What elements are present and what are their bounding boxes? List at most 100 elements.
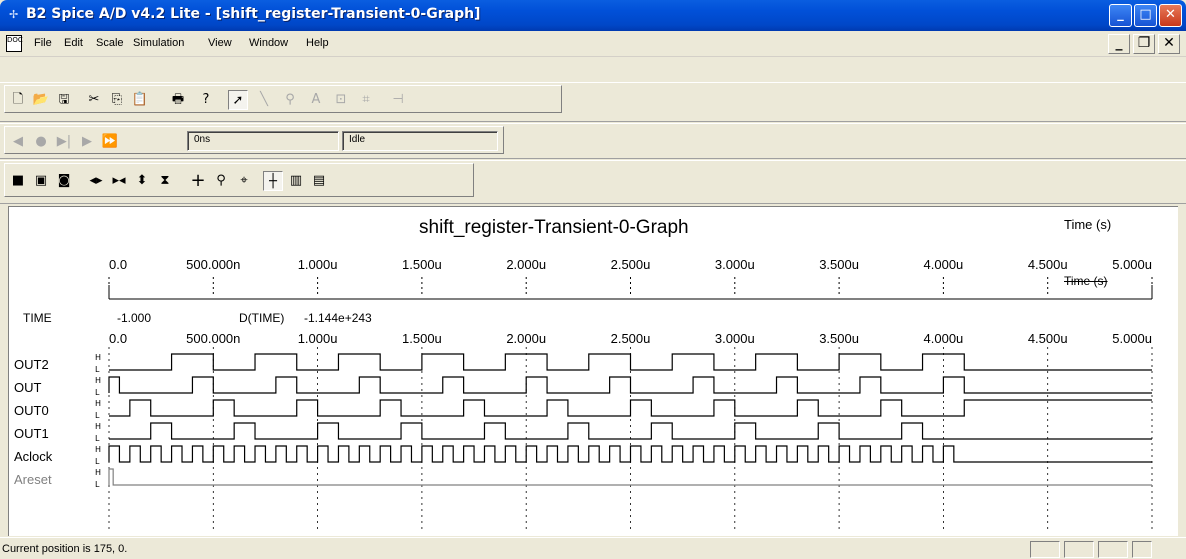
mdi-minimize-button[interactable]: _	[1108, 34, 1130, 54]
standard-toolbar: 🗋 📂 🖫 ✂ ⎘ 📋 🖶 ? ➚ ╲ ⚲ A ⊡ ⌗ ⊣	[0, 82, 1186, 122]
minimize-button[interactable]: _	[1109, 4, 1132, 27]
text-icon[interactable]: A	[306, 90, 326, 110]
x-tick-label-top: 2.000u	[506, 257, 546, 272]
document-icon[interactable]: DOC	[6, 35, 23, 52]
x-tick-label-bottom: 5.000u	[1112, 331, 1152, 346]
new-file-icon[interactable]: 🗋	[8, 90, 28, 110]
maximize-button[interactable]: □	[1134, 4, 1157, 27]
fit-vertical-icon[interactable]: ▣	[31, 171, 51, 191]
graph-panel[interactable]: shift_register-Transient-0-Graph Time (s…	[8, 206, 1178, 536]
x-tick-label-top: 2.500u	[611, 257, 651, 272]
sim-status-field: Idle	[342, 131, 498, 151]
copy-icon[interactable]: ⎘	[107, 90, 127, 110]
open-folder-icon[interactable]: 📂	[31, 90, 51, 110]
level-high-label: H	[95, 445, 101, 454]
time-field: 0ns	[187, 131, 339, 151]
help-icon[interactable]: ?	[196, 90, 216, 110]
level-low-label: L	[95, 411, 100, 420]
trace-out2	[109, 353, 1152, 371]
zoom-icon[interactable]: ⚲	[211, 171, 231, 191]
x-tick-label-bottom: 1.500u	[402, 331, 442, 346]
play-icon[interactable]: ▶	[77, 132, 97, 152]
cursor-line-icon[interactable]: ┼	[263, 171, 283, 191]
x-tick-label-bottom: 4.000u	[924, 331, 964, 346]
fit-horizontal-icon[interactable]: ◙	[54, 171, 74, 191]
menu-window[interactable]: Window	[249, 37, 288, 49]
fast-forward-icon[interactable]: ⏩	[100, 132, 120, 152]
trace-aclock	[108, 445, 1152, 463]
wire-icon[interactable]: ╲	[254, 90, 274, 110]
title-bar[interactable]: ✢ B2 Spice A/D v4.2 Lite - [shift_regist…	[0, 0, 1186, 31]
status-text: Current position is 175, 0.	[2, 543, 128, 555]
x-tick-label-bottom: 0.0	[109, 331, 127, 346]
expand-horizontal-icon[interactable]: ◂▸	[86, 171, 106, 191]
fit-all-icon[interactable]: ■	[8, 171, 28, 191]
x-tick-label-top: 3.500u	[819, 257, 859, 272]
status-panel	[1064, 541, 1094, 558]
component-icon[interactable]: ⊡	[331, 90, 351, 110]
menu-view[interactable]: View	[208, 37, 232, 49]
status-panel	[1030, 541, 1060, 558]
menu-help[interactable]: Help	[306, 37, 329, 49]
mdi-restore-button[interactable]: ❐	[1133, 34, 1155, 54]
x-tick-label-top: 5.000u	[1112, 257, 1152, 272]
x-tick-label-bottom: 3.000u	[715, 331, 755, 346]
trace-label: Aclock	[14, 449, 53, 464]
status-bar: Current position is 175, 0.	[0, 537, 1186, 559]
expand-vertical-icon[interactable]: ⬍	[132, 171, 152, 191]
cut-icon[interactable]: ✂	[84, 90, 104, 110]
level-low-label: L	[95, 365, 100, 374]
waveform-plot[interactable]: 0.0 0.0 500.000n 500.000n 1.000u 1.000u 1.500u…	[9, 207, 1179, 537]
trace-label: OUT2	[14, 357, 49, 372]
mdi-close-button[interactable]: ✕	[1158, 34, 1180, 54]
menu-edit[interactable]: Edit	[64, 37, 83, 49]
x-tick-label-top: 4.000u	[924, 257, 964, 272]
close-button[interactable]: ✕	[1159, 4, 1182, 27]
probe-icon[interactable]: ⚲	[280, 90, 300, 110]
simulation-toolbar: ◀ ● ▶| ▶ ⏩ 0ns Idle	[0, 123, 1186, 159]
trace-areset	[108, 468, 1152, 486]
trace-label: Areset	[14, 472, 52, 487]
menu-simulation[interactable]: Simulation	[133, 37, 184, 49]
level-low-label: L	[95, 434, 100, 443]
status-panel	[1132, 541, 1152, 558]
paste-icon[interactable]: 📋	[130, 90, 150, 110]
step-back-icon[interactable]: ◀	[8, 132, 28, 152]
save-icon[interactable]: 🖫	[54, 90, 74, 110]
shrink-vertical-icon[interactable]: ⧗	[155, 171, 175, 191]
app-icon: ✢	[9, 8, 19, 21]
x-tick-label-top: 1.000u	[298, 257, 338, 272]
x-tick-label-bottom: 4.500u	[1028, 331, 1068, 346]
shrink-horizontal-icon[interactable]: ▸◂	[109, 171, 129, 191]
graph-toolbar: ■ ▣ ◙ ◂▸ ▸◂ ⬍ ⧗ + ⚲ ⌖ ┼ ▥ ▤	[0, 160, 1186, 204]
pin-icon[interactable]: ⊣	[388, 90, 408, 110]
cursor-cross-icon[interactable]: +	[188, 171, 208, 191]
record-icon[interactable]: ●	[31, 132, 51, 152]
level-high-label: H	[95, 376, 101, 385]
trace-out	[108, 376, 1152, 394]
menu-scale[interactable]: Scale	[96, 37, 124, 49]
step-forward-icon[interactable]: ▶|	[54, 132, 74, 152]
trace-label: OUT0	[14, 403, 49, 418]
trace-label: OUT1	[14, 426, 49, 441]
measure-icon[interactable]: ⌖	[234, 171, 254, 191]
level-high-label: H	[95, 468, 101, 477]
x-tick-label-bottom: 3.500u	[819, 331, 859, 346]
print-icon[interactable]: 🖶	[168, 90, 188, 110]
x-tick-label-bottom: 2.000u	[506, 331, 546, 346]
x-tick-label-top: 0.0	[109, 257, 127, 272]
x-tick-label-top: 1.500u	[402, 257, 442, 272]
level-low-label: L	[95, 457, 100, 466]
x-tick-label-bottom: 1.000u	[298, 331, 338, 346]
select-arrow-icon[interactable]: ➚	[228, 90, 248, 110]
x-tick-label-bottom: 2.500u	[611, 331, 651, 346]
level-low-label: L	[95, 480, 100, 489]
columns-icon[interactable]: ▥	[286, 171, 306, 191]
menu-file[interactable]: File	[34, 37, 52, 49]
trace-out0	[109, 399, 1152, 417]
rows-icon[interactable]: ▤	[309, 171, 329, 191]
trace-label: OUT	[14, 380, 42, 395]
level-low-label: L	[95, 388, 100, 397]
crosshair-icon[interactable]: ⌗	[356, 90, 376, 110]
window-title: B2 Spice A/D v4.2 Lite - [shift_register…	[26, 6, 481, 22]
